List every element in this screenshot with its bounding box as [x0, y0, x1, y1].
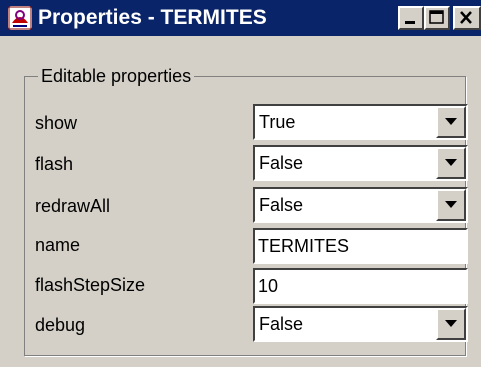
- show-value: True: [259, 112, 296, 132]
- name-value: TERMITES: [258, 236, 350, 256]
- flash-dropdown[interactable]: False: [253, 145, 468, 181]
- redrawall-value: False: [259, 195, 304, 215]
- maximize-icon: [429, 10, 444, 24]
- minimize-icon: [405, 21, 415, 24]
- chevron-down-icon: [445, 159, 457, 166]
- show-dropdown[interactable]: True: [253, 104, 468, 140]
- flashstepsize-input[interactable]: 10: [253, 268, 468, 304]
- property-label-show: show: [35, 113, 78, 133]
- redrawall-dropdown-button[interactable]: [436, 189, 466, 221]
- title-bar[interactable]: Properties - TERMITES: [0, 0, 481, 36]
- debug-dropdown-button[interactable]: [436, 308, 466, 340]
- property-label-redrawall: redrawAll: [35, 196, 111, 216]
- name-input[interactable]: TERMITES: [253, 228, 468, 264]
- properties-window: Properties - TERMITES Editable propertie…: [0, 0, 481, 367]
- redrawall-dropdown[interactable]: False: [253, 187, 468, 223]
- flash-dropdown-button[interactable]: [436, 147, 466, 179]
- close-icon: [460, 11, 472, 24]
- show-dropdown-button[interactable]: [436, 106, 466, 138]
- flash-value: False: [259, 153, 304, 173]
- property-label-name: name: [35, 235, 81, 255]
- chevron-down-icon: [445, 201, 457, 208]
- app-icon[interactable]: [8, 6, 32, 30]
- debug-value: False: [259, 314, 304, 334]
- close-button[interactable]: [453, 6, 481, 30]
- debug-dropdown[interactable]: False: [253, 306, 468, 342]
- group-legend: Editable properties: [38, 64, 195, 88]
- property-label-flashstepsize: flashStepSize: [35, 275, 146, 295]
- window-title: Properties - TERMITES: [38, 6, 267, 29]
- minimize-button[interactable]: [398, 6, 424, 30]
- chevron-down-icon: [445, 118, 457, 125]
- chevron-down-icon: [445, 320, 457, 327]
- property-label-flash: flash: [35, 154, 74, 174]
- maximize-button[interactable]: [424, 6, 450, 30]
- property-label-debug: debug: [35, 315, 86, 335]
- flashstepsize-value: 10: [258, 276, 279, 296]
